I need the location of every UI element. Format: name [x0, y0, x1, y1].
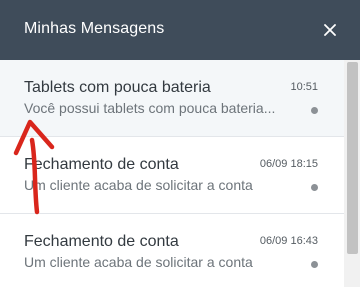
- messages-panel: Minhas Mensagens Tablets com pouca bater…: [0, 0, 360, 287]
- unread-dot-icon: [311, 107, 318, 114]
- close-icon: [324, 24, 336, 36]
- message-preview: Um cliente acaba de solicitar a conta: [24, 254, 253, 270]
- message-item[interactable]: Fechamento de conta Um cliente acaba de …: [0, 214, 344, 287]
- unread-dot-icon: [311, 184, 318, 191]
- message-item[interactable]: Fechamento de conta Um cliente acaba de …: [0, 137, 344, 214]
- scrollbar-thumb[interactable]: [347, 62, 358, 254]
- message-title: Fechamento de conta: [24, 156, 179, 173]
- message-time: 06/09 18:15: [259, 158, 318, 170]
- message-item[interactable]: Tablets com pouca bateria Você possui ta…: [0, 60, 344, 137]
- panel-title: Minhas Mensagens: [24, 20, 165, 37]
- panel-header: Minhas Mensagens: [0, 0, 360, 60]
- message-title: Tablets com pouca bateria: [24, 79, 211, 96]
- unread-dot-icon: [311, 261, 318, 268]
- message-time: 06/09 16:43: [259, 235, 318, 247]
- message-preview: Um cliente acaba de solicitar a conta: [24, 177, 253, 193]
- message-preview: Você possui tablets com pouca bateria...: [24, 100, 276, 116]
- message-list: Tablets com pouca bateria Você possui ta…: [0, 60, 344, 287]
- message-title: Fechamento de conta: [24, 233, 179, 250]
- message-time: 10:51: [290, 81, 318, 93]
- close-button[interactable]: [316, 16, 344, 44]
